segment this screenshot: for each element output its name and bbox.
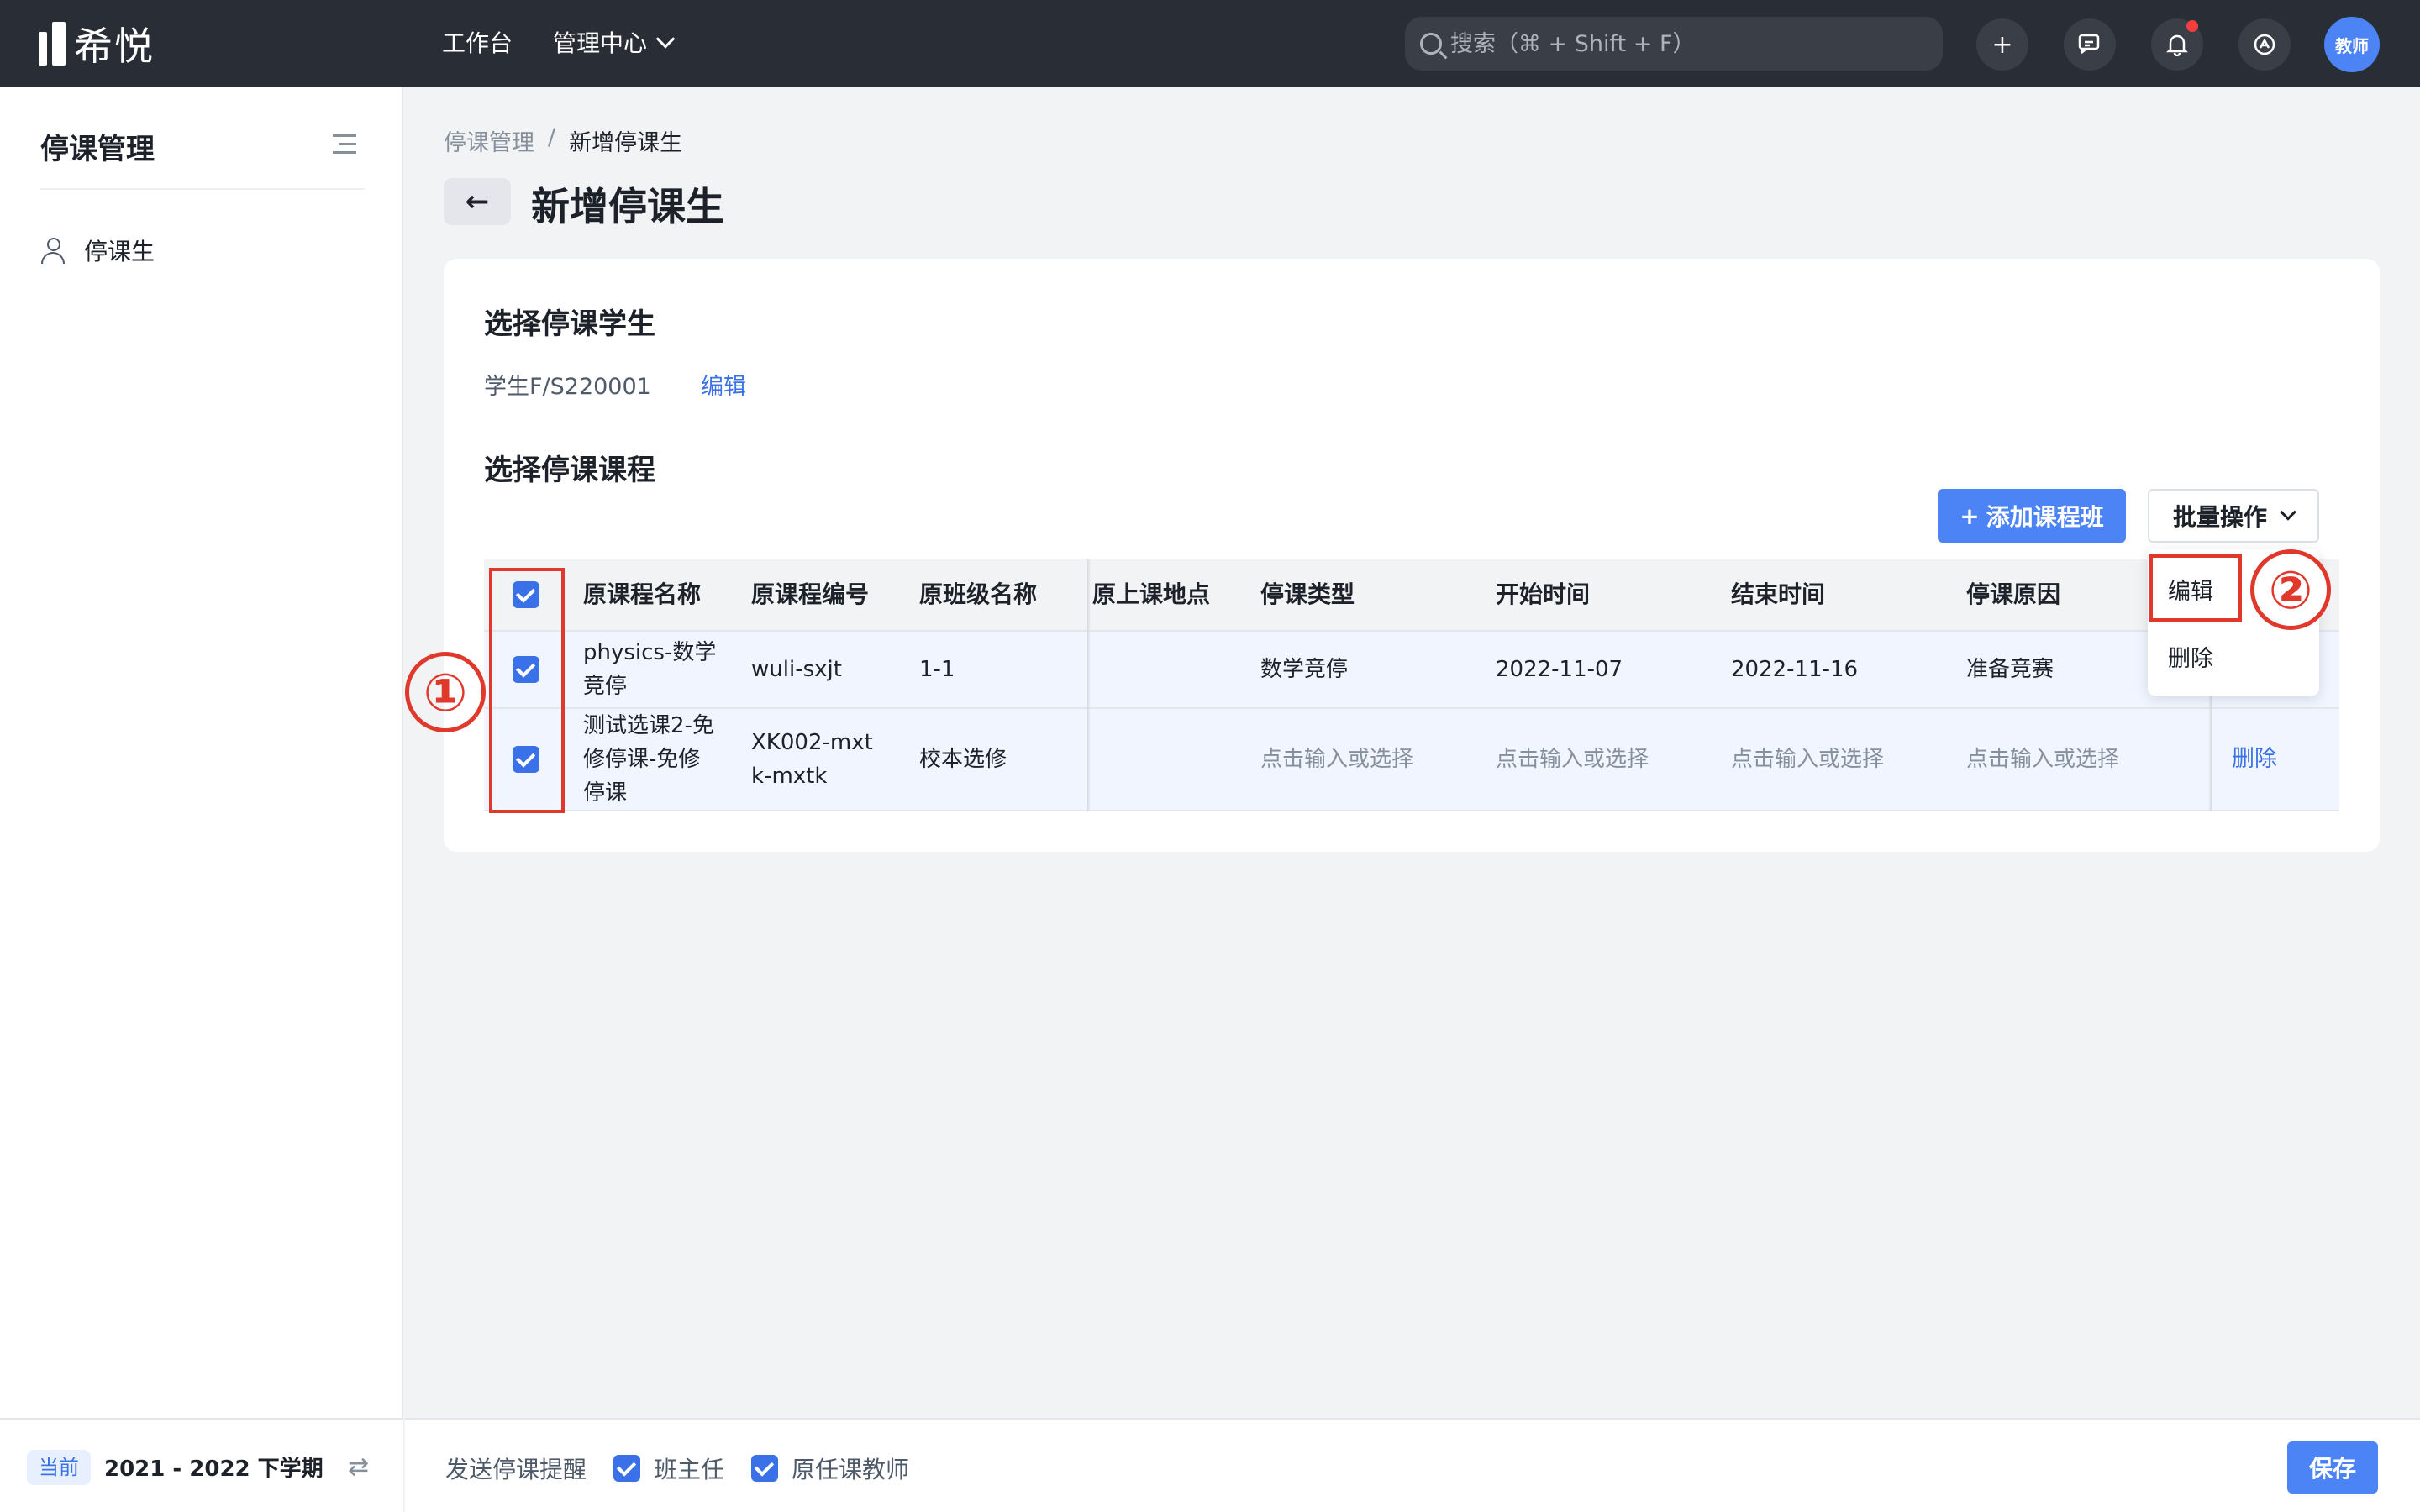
cell-start-time[interactable]: 点击输入或选择	[1496, 709, 1649, 810]
notification-button[interactable]	[2151, 18, 2203, 71]
arrow-left-icon: ←	[465, 185, 490, 218]
cell-stop-reason[interactable]: 点击输入或选择	[1966, 709, 2119, 810]
delete-row-link[interactable]: 删除	[2232, 709, 2277, 810]
annotation-marker-1: ①	[405, 652, 486, 732]
logo-text: 希悦	[74, 24, 155, 69]
current-term: 2021 - 2022 下学期	[104, 1457, 324, 1482]
table-row[interactable]: physics-数学竞停 wuli-sxjt 1-1 数学竞停 2022-11-…	[484, 630, 2339, 707]
top-bar: 希悦 工作台 管理中心 + 教师	[0, 0, 2420, 87]
cell-class-name: 校本选修	[919, 747, 1007, 772]
chevron-down-icon	[655, 29, 676, 49]
notify-head-teacher-checkbox[interactable]: 班主任	[613, 1452, 724, 1485]
column-header: 原班级名称	[919, 580, 1038, 608]
form-card: 选择停课学生 学生F/S220001 编辑 选择停课课程 + 添加课程班 批量操…	[444, 259, 2380, 852]
add-course-class-button[interactable]: + 添加课程班	[1938, 489, 2126, 543]
column-header: 停课类型	[1260, 580, 1355, 608]
column-header: 原上课地点	[1092, 580, 1211, 608]
add-button[interactable]: +	[1976, 18, 2028, 71]
global-search[interactable]	[1405, 17, 1943, 71]
column-header: 开始时间	[1496, 580, 1591, 608]
chevron-down-icon	[2280, 503, 2296, 521]
switch-button[interactable]	[2238, 18, 2291, 71]
checkbox-checked-icon	[613, 1455, 640, 1482]
notification-dot	[2186, 20, 2198, 32]
sidebar-title: 停课管理	[40, 133, 155, 166]
cell-course-code: wuli-sxjt	[751, 657, 842, 682]
plus-icon: +	[1960, 501, 1980, 530]
logo-mark-icon	[39, 22, 66, 66]
add-course-class-label: 添加课程班	[1986, 503, 2104, 531]
nav-workbench[interactable]: 工作台	[442, 25, 513, 62]
selected-student: 学生F/S220001	[484, 374, 651, 400]
breadcrumb-parent[interactable]: 停课管理	[444, 124, 534, 157]
bell-icon	[2166, 34, 2188, 56]
table-row[interactable]: 测试选课2-免修停课-免修停课 XK002-mxtk-mxtk 校本选修 点击输…	[484, 707, 2339, 811]
sidebar-item-label: 停课生	[84, 238, 155, 265]
annotation-highlight-edit	[2149, 554, 2242, 622]
cell-stop-type[interactable]: 点击输入或选择	[1260, 709, 1413, 810]
breadcrumb-current: 新增停课生	[569, 130, 683, 156]
cell-end-time[interactable]: 2022-11-16	[1731, 632, 1858, 707]
message-button[interactable]	[2064, 18, 2116, 71]
swap-icon[interactable]: ⇄	[348, 1455, 376, 1480]
checkbox-checked-icon	[751, 1455, 778, 1482]
page-title: 新增停课生	[531, 184, 724, 229]
table-header: 原课程名称 原课程编号 原班级名称 原上课地点 停课类型 开始时间 结束时间 停…	[484, 559, 2339, 630]
edit-student-link[interactable]: 编辑	[701, 368, 746, 401]
breadcrumb: 停课管理 / 新增停课生	[444, 124, 682, 157]
column-header: 结束时间	[1731, 580, 1826, 608]
batch-operation-button[interactable]: 批量操作	[2148, 489, 2319, 543]
search-input[interactable]	[1450, 30, 1921, 57]
notify-head-teacher-label: 班主任	[654, 1456, 725, 1483]
footer-bar: 发送停课提醒 班主任 原任课教师 保存	[405, 1418, 2420, 1512]
search-icon	[1420, 33, 1442, 55]
sidebar-divider	[40, 188, 365, 190]
app-logo[interactable]: 希悦	[39, 20, 155, 69]
cell-course-name: 测试选课2-免修停课-免修停课	[583, 713, 714, 806]
column-header: 停课原因	[1966, 580, 2061, 608]
notify-label: 发送停课提醒	[445, 1456, 587, 1483]
notify-original-teacher-checkbox[interactable]: 原任课教师	[751, 1452, 909, 1485]
course-section-title: 选择停课课程	[484, 454, 655, 487]
frozen-column-shadow	[1087, 559, 1091, 811]
cell-course-code: XK002-mxtk-mxtk	[751, 730, 873, 789]
save-button[interactable]: 保存	[2287, 1441, 2378, 1494]
annotation-highlight-checkboxes	[489, 568, 565, 813]
student-section-title: 选择停课学生	[484, 307, 655, 341]
cell-stop-reason[interactable]: 准备竞赛	[1966, 632, 2054, 707]
cell-class-name: 1-1	[919, 657, 955, 682]
plus-icon: +	[1991, 29, 2013, 60]
nav-admin-center-label: 管理中心	[553, 29, 648, 57]
sidebar-item-students[interactable]: 停课生	[40, 234, 155, 267]
switch-icon	[2254, 34, 2275, 55]
column-header: 原课程编号	[751, 580, 870, 608]
batch-menu-delete[interactable]: 删除	[2168, 640, 2213, 673]
avatar[interactable]: 教师	[2324, 17, 2380, 72]
cell-start-time[interactable]: 2022-11-07	[1496, 632, 1623, 707]
breadcrumb-separator: /	[548, 124, 556, 150]
term-selector[interactable]: 当前 2021 - 2022 下学期 ⇄	[0, 1418, 403, 1512]
nav-admin-center[interactable]: 管理中心	[553, 25, 676, 62]
cell-course-name: physics-数学竞停	[583, 640, 717, 699]
sidebar: 停课管理 停课生 当前 2021 - 2022 下学期 ⇄	[0, 87, 403, 1512]
annotation-marker-2: ②	[2250, 549, 2331, 630]
column-header: 原课程名称	[583, 580, 702, 608]
current-term-tag: 当前	[27, 1450, 91, 1485]
batch-operation-label: 批量操作	[2172, 503, 2267, 531]
message-icon	[2078, 34, 2100, 54]
cell-stop-type[interactable]: 数学竞停	[1260, 632, 1348, 707]
cell-end-time[interactable]: 点击输入或选择	[1731, 709, 1884, 810]
collapse-sidebar-icon[interactable]	[333, 134, 356, 155]
user-icon	[40, 238, 66, 264]
back-button[interactable]: ←	[444, 178, 511, 225]
notify-original-teacher-label: 原任课教师	[792, 1456, 910, 1483]
